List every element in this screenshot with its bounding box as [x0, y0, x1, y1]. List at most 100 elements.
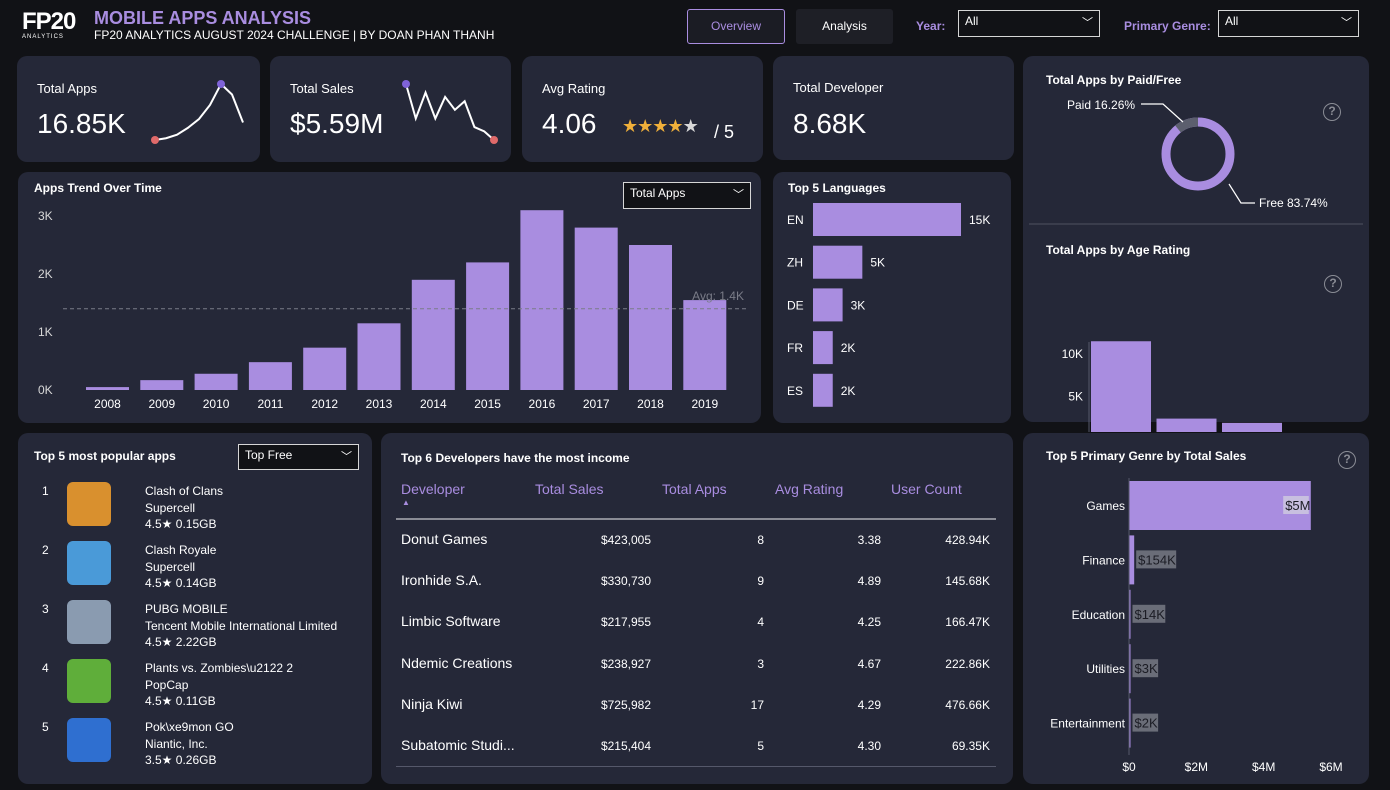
- kpi-total-developer: Total Developer 8.68K: [773, 56, 1014, 160]
- language-label: ZH: [787, 256, 803, 270]
- cell-total-apps: 17: [750, 697, 764, 712]
- x-tick-label: 2013: [366, 397, 393, 411]
- language-value: 15K: [969, 213, 990, 227]
- language-value: 2K: [841, 384, 856, 398]
- cell-total-sales: $725,982: [600, 697, 651, 712]
- kpi-label: Avg Rating: [542, 81, 606, 96]
- genre-label: Primary Genre:: [1124, 19, 1211, 33]
- kpi-value: 4.06: [542, 108, 597, 139]
- cell-avg-rating: 3.38: [857, 533, 881, 547]
- table-row[interactable]: Ninja Kiwi $725,982 17 4.29 476.66K: [401, 696, 995, 716]
- y-tick-label: 10K: [1062, 347, 1083, 361]
- col-developer[interactable]: Developer: [401, 481, 465, 497]
- app-developer: PopCap: [145, 678, 189, 692]
- table-row[interactable]: Subatomic Studi... $215,404 5 4.30 69.35…: [401, 737, 995, 757]
- rating-suffix: / 5: [714, 122, 735, 142]
- list-item[interactable]: 4 Plants vs. Zombies\u2122 2 PopCap 4.5★…: [18, 659, 372, 715]
- genre-value: $5M: [1285, 498, 1310, 513]
- app-developer: Niantic, Inc.: [145, 737, 208, 751]
- genre-label: Utilities: [1086, 662, 1125, 676]
- star-icon: ★: [682, 116, 699, 136]
- list-item[interactable]: 2 Clash Royale Supercell 4.5★ 0.14GB: [18, 541, 372, 597]
- table-row[interactable]: Ndemic Creations $238,927 3 4.67 222.86K: [401, 655, 995, 675]
- list-item[interactable]: 1 Clash of Clans Supercell 4.5★ 0.15GB: [18, 482, 372, 538]
- app-meta: 4.5★ 2.22GB: [145, 635, 217, 649]
- trend-bar: [520, 210, 564, 390]
- languages-card: Top 5 Languages EN 15K ZH 5K DE 3K FR 2K ES 2K: [773, 172, 1011, 423]
- col-user-count[interactable]: User Count: [891, 481, 962, 497]
- paid-free-title: Total Apps by Paid/Free: [1046, 73, 1182, 87]
- year-value: All: [965, 14, 979, 28]
- tab-overview[interactable]: Overview: [687, 9, 785, 44]
- genre-dropdown[interactable]: All ﹀: [1218, 10, 1359, 37]
- genre-value: $154K: [1138, 552, 1176, 567]
- col-avg-rating[interactable]: Avg Rating: [775, 481, 843, 497]
- y-tick-label: 3K: [38, 209, 53, 223]
- list-item[interactable]: 5 Pok\xe9mon GO Niantic, Inc. 3.5★ 0.26G…: [18, 718, 372, 774]
- genre-value: $2K: [1135, 716, 1158, 731]
- app-meta: 4.5★ 0.14GB: [145, 576, 217, 590]
- chevron-down-icon: ﹀: [341, 451, 352, 463]
- rank-number: 1: [42, 484, 49, 498]
- logo: FP20 ANALYTICS: [22, 10, 78, 42]
- app-icon: [67, 482, 111, 526]
- age-bar: [1222, 422, 1282, 432]
- tab-analysis-label: Analysis: [822, 19, 867, 33]
- table-row[interactable]: Limbic Software $217,955 4 4.25 166.47K: [401, 613, 995, 633]
- app-meta: 4.5★ 0.11GB: [145, 694, 216, 708]
- sparkline-path: [154, 82, 244, 141]
- developers-title: Top 6 Developers have the most income: [401, 451, 630, 465]
- cell-developer: Limbic Software: [401, 613, 501, 630]
- kpi-label: Total Developer: [793, 80, 884, 95]
- popular-dropdown[interactable]: Top Free ﹀: [238, 444, 359, 470]
- sparkline-max-dot: [402, 80, 410, 88]
- rank-number: 3: [42, 602, 49, 616]
- app-icon: [67, 718, 111, 762]
- y-tick-label: 0K: [38, 383, 53, 397]
- language-label: ES: [787, 384, 803, 398]
- total-sales-sparkline: [402, 80, 498, 144]
- sparkline-path: [405, 83, 495, 141]
- x-tick-label: $4M: [1252, 760, 1275, 774]
- genre-chart: Games $5M Finance $154K Education $14K Utiliti…: [1050, 478, 1343, 774]
- x-tick-label: 2015: [474, 397, 501, 411]
- sparkline-max-dot: [217, 80, 225, 88]
- table-row[interactable]: Ironhide S.A. $330,730 9 4.89 145.68K: [401, 572, 995, 592]
- y-tick-label: 2K: [38, 267, 53, 281]
- language-value: 5K: [870, 256, 885, 270]
- app-name: Pok\xe9mon GO: [145, 720, 234, 734]
- kpi-label: Total Sales: [290, 81, 354, 96]
- cell-avg-rating: 4.89: [857, 574, 881, 589]
- tab-analysis[interactable]: Analysis: [796, 9, 893, 44]
- app-icon: [67, 659, 111, 703]
- kpi-value: 8.68K: [793, 108, 867, 139]
- list-item[interactable]: 3 PUBG MOBILE Tencent Mobile Internation…: [18, 600, 372, 656]
- col-total-sales[interactable]: Total Sales: [535, 481, 603, 497]
- language-bar: [813, 331, 833, 365]
- col-total-apps[interactable]: Total Apps: [662, 481, 727, 497]
- cell-developer: Donut Games: [401, 531, 488, 547]
- year-dropdown[interactable]: All ﹀: [958, 10, 1100, 37]
- trend-bar: [466, 262, 510, 390]
- app-meta: 3.5★ 0.26GB: [145, 753, 217, 767]
- tab-overview-label: Overview: [710, 19, 761, 33]
- cell-total-sales: $215,404: [600, 739, 651, 753]
- kpi-total-apps: Total Apps 16.85K: [17, 56, 260, 162]
- x-tick-label: 2012: [311, 397, 338, 411]
- age-bar: [1091, 341, 1151, 432]
- app-developer: Supercell: [145, 501, 196, 515]
- trend-bar: [629, 245, 672, 390]
- cell-total-apps: 3: [757, 656, 764, 671]
- genre-bar: [1129, 535, 1135, 585]
- cell-developer: Subatomic Studi...: [401, 737, 515, 753]
- language-value: 2K: [841, 341, 856, 355]
- cell-total-sales: $330,730: [600, 574, 651, 589]
- language-bar: [813, 245, 863, 279]
- genre-value: $14K: [1135, 607, 1166, 622]
- trend-bar: [248, 362, 292, 390]
- trend-bar: [86, 387, 129, 390]
- rank-number: 4: [42, 661, 49, 675]
- total-apps-sparkline: [151, 80, 244, 144]
- app-icon: [67, 600, 111, 644]
- table-row[interactable]: Donut Games $423,005 8 3.38 428.94K: [401, 531, 995, 551]
